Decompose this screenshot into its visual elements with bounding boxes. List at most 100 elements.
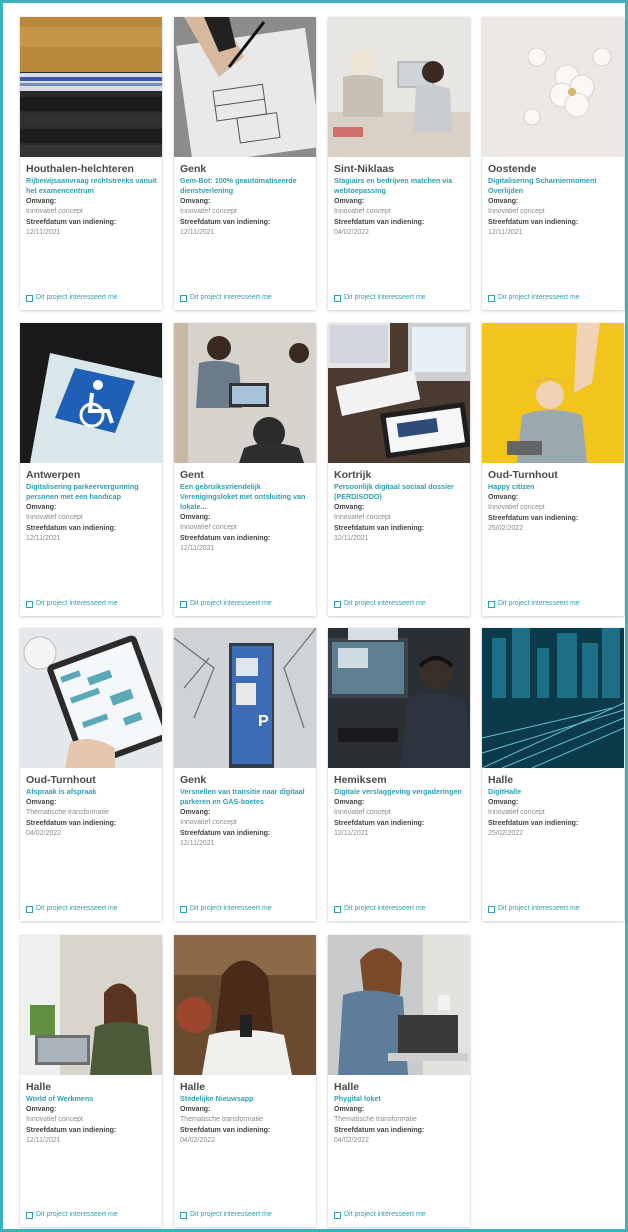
checkbox-icon[interactable] bbox=[488, 600, 495, 608]
interest-label[interactable]: Dit project interesseert me bbox=[498, 599, 580, 609]
interest-label[interactable]: Dit project interesseert me bbox=[498, 904, 580, 914]
omvang-value: Innovatief concept bbox=[180, 208, 237, 215]
project-title-link[interactable]: DigitHalle bbox=[488, 787, 620, 797]
interest-label[interactable]: Dit project interesseert me bbox=[344, 293, 426, 303]
project-title-link[interactable]: Stedelijke Nieuwsapp bbox=[180, 1094, 312, 1104]
project-card[interactable]: Oud-Turnhout Afspraak is afspraak Omvang… bbox=[20, 628, 162, 921]
interest-checkbox[interactable]: Dit project interesseert me bbox=[180, 904, 272, 914]
checkbox-icon[interactable] bbox=[180, 1211, 187, 1219]
project-title-link[interactable]: Een gebruiksvriendelijk Verenigingsloket… bbox=[180, 482, 312, 512]
checkbox-icon[interactable] bbox=[180, 600, 187, 608]
interest-label[interactable]: Dit project interesseert me bbox=[36, 599, 118, 609]
project-city: Sint-Niklaas bbox=[334, 163, 395, 175]
project-image[interactable] bbox=[20, 17, 162, 157]
checkbox-icon[interactable] bbox=[26, 600, 33, 608]
project-image[interactable] bbox=[20, 935, 162, 1075]
interest-checkbox[interactable]: Dit project interesseert me bbox=[334, 904, 426, 914]
project-title-link[interactable]: Rijbewijsaanvraag rechtstreeks vanuit he… bbox=[26, 176, 158, 196]
interest-checkbox[interactable]: Dit project interesseert me bbox=[180, 1210, 272, 1220]
checkbox-icon[interactable] bbox=[26, 905, 33, 913]
project-card[interactable]: Oostende Digitalisering Scharniermoment … bbox=[482, 17, 624, 310]
checkbox-icon[interactable] bbox=[334, 905, 341, 913]
project-title-link[interactable]: World of Werkmens bbox=[26, 1094, 158, 1104]
project-title-link[interactable]: Phygital loket bbox=[334, 1094, 466, 1104]
project-image[interactable] bbox=[482, 17, 624, 157]
interest-label[interactable]: Dit project interesseert me bbox=[344, 1210, 426, 1220]
interest-checkbox[interactable]: Dit project interesseert me bbox=[334, 599, 426, 609]
checkbox-icon[interactable] bbox=[26, 294, 33, 302]
project-image[interactable] bbox=[20, 628, 162, 768]
interest-label[interactable]: Dit project interesseert me bbox=[190, 293, 272, 303]
interest-checkbox[interactable]: Dit project interesseert me bbox=[488, 904, 580, 914]
project-image[interactable] bbox=[482, 323, 624, 463]
interest-checkbox[interactable]: Dit project interesseert me bbox=[26, 904, 118, 914]
interest-checkbox[interactable]: Dit project interesseert me bbox=[488, 293, 580, 303]
interest-label[interactable]: Dit project interesseert me bbox=[190, 599, 272, 609]
project-image[interactable] bbox=[482, 628, 624, 768]
project-image[interactable] bbox=[174, 935, 316, 1075]
project-card[interactable]: Antwerpen Digitalisering parkeervergunni… bbox=[20, 323, 162, 616]
omvang-label: Omvang: bbox=[26, 504, 57, 511]
interest-checkbox[interactable]: Dit project interesseert me bbox=[180, 599, 272, 609]
interest-checkbox[interactable]: Dit project interesseert me bbox=[26, 1210, 118, 1220]
project-image[interactable] bbox=[328, 935, 470, 1075]
project-title-link[interactable]: Stagiairs en bedrijven matchen via webto… bbox=[334, 176, 466, 196]
project-city: Gent bbox=[180, 469, 204, 481]
project-card[interactable]: Kortrijk Persoonlijk digitaal sociaal do… bbox=[328, 323, 470, 616]
checkbox-icon[interactable] bbox=[26, 1211, 33, 1219]
project-card[interactable]: Halle DigitHalle Omvang: Innovatief conc… bbox=[482, 628, 624, 921]
checkbox-icon[interactable] bbox=[334, 294, 341, 302]
deadline-label: Streefdatum van indiening: bbox=[180, 219, 271, 226]
project-card[interactable]: Houthalen-helchteren Rijbewijsaanvraag r… bbox=[20, 17, 162, 310]
checkbox-icon[interactable] bbox=[488, 294, 495, 302]
interest-label[interactable]: Dit project interesseert me bbox=[190, 904, 272, 914]
project-title-link[interactable]: Digitalisering parkeervergunning persone… bbox=[26, 482, 158, 502]
project-title-link[interactable]: Digitalisering Scharniermoment Overlijde… bbox=[488, 176, 620, 196]
project-image[interactable]: P bbox=[174, 628, 316, 768]
project-image[interactable] bbox=[174, 17, 316, 157]
interest-label[interactable]: Dit project interesseert me bbox=[498, 293, 580, 303]
project-card[interactable]: P Genk Versnellen van transitie naar dig… bbox=[174, 628, 316, 921]
project-title-link[interactable]: Afspraak is afspraak bbox=[26, 787, 158, 797]
project-city: Halle bbox=[334, 1081, 360, 1093]
interest-checkbox[interactable]: Dit project interesseert me bbox=[334, 293, 426, 303]
deadline-value: 04/02/2022 bbox=[334, 229, 370, 236]
project-image[interactable] bbox=[20, 323, 162, 463]
deadline-label: Streefdatum van indiening: bbox=[488, 515, 579, 522]
interest-label[interactable]: Dit project interesseert me bbox=[36, 904, 118, 914]
project-title-link[interactable]: Gem-Bot: 100% geautomatiseerde dienstver… bbox=[180, 176, 312, 196]
interest-label[interactable]: Dit project interesseert me bbox=[344, 904, 426, 914]
interest-label[interactable]: Dit project interesseert me bbox=[190, 1210, 272, 1220]
interest-checkbox[interactable]: Dit project interesseert me bbox=[334, 1210, 426, 1220]
deadline-value: 12/11/2021 bbox=[26, 229, 61, 236]
interest-label[interactable]: Dit project interesseert me bbox=[344, 599, 426, 609]
interest-label[interactable]: Dit project interesseert me bbox=[36, 1210, 118, 1220]
interest-checkbox[interactable]: Dit project interesseert me bbox=[26, 599, 118, 609]
project-card[interactable]: Halle Phygital loket Omvang: Thematische… bbox=[328, 935, 470, 1227]
project-title-link[interactable]: Versnellen van transitie naar digitaal p… bbox=[180, 787, 312, 807]
checkbox-icon[interactable] bbox=[334, 600, 341, 608]
project-title-link[interactable]: Digitale verslaggeving vergaderingen bbox=[334, 787, 466, 797]
project-image[interactable] bbox=[174, 323, 316, 463]
checkbox-icon[interactable] bbox=[488, 905, 495, 913]
project-image[interactable] bbox=[328, 17, 470, 157]
project-city: Oud-Turnhout bbox=[26, 774, 96, 786]
project-card[interactable]: Sint-Niklaas Stagiairs en bedrijven matc… bbox=[328, 17, 470, 310]
checkbox-icon[interactable] bbox=[180, 905, 187, 913]
checkbox-icon[interactable] bbox=[334, 1211, 341, 1219]
project-title-link[interactable]: Persoonlijk digitaal sociaal dossier (PE… bbox=[334, 482, 466, 502]
project-card[interactable]: Oud-Turnhout Happy citizen Omvang: Innov… bbox=[482, 323, 624, 616]
project-image[interactable] bbox=[328, 628, 470, 768]
interest-checkbox[interactable]: Dit project interesseert me bbox=[26, 293, 118, 303]
project-card[interactable]: Genk Gem-Bot: 100% geautomatiseerde dien… bbox=[174, 17, 316, 310]
project-card[interactable]: Gent Een gebruiksvriendelijk Verenigings… bbox=[174, 323, 316, 616]
interest-checkbox[interactable]: Dit project interesseert me bbox=[488, 599, 580, 609]
project-card[interactable]: Halle World of Werkmens Omvang: Innovati… bbox=[20, 935, 162, 1227]
project-card[interactable]: Hemiksem Digitale verslaggeving vergader… bbox=[328, 628, 470, 921]
interest-checkbox[interactable]: Dit project interesseert me bbox=[180, 293, 272, 303]
project-image[interactable] bbox=[328, 323, 470, 463]
project-card[interactable]: Halle Stedelijke Nieuwsapp Omvang: Thema… bbox=[174, 935, 316, 1227]
checkbox-icon[interactable] bbox=[180, 294, 187, 302]
interest-label[interactable]: Dit project interesseert me bbox=[36, 293, 118, 303]
project-title-link[interactable]: Happy citizen bbox=[488, 482, 620, 492]
